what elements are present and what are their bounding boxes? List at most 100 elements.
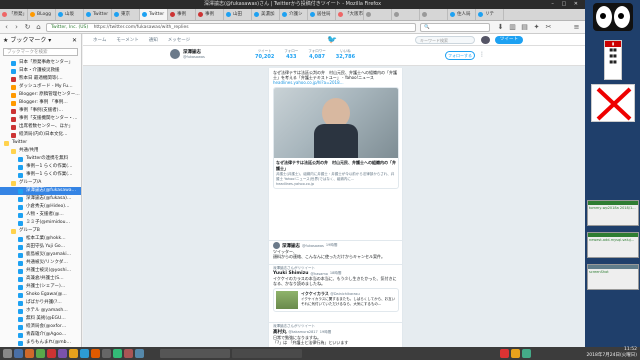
bookmark-item[interactable]: 小倉秀夫(@Hideo)… — [0, 203, 81, 211]
home-icon[interactable]: ⌂ — [34, 23, 43, 32]
bookmark-folder[interactable]: グループB — [0, 227, 81, 235]
task-icon[interactable] — [80, 349, 89, 358]
browser-tab[interactable]: Twitter — [84, 9, 112, 20]
tweet-link[interactable]: headlines.yahoo.co.jp/hl?a=2018… — [273, 80, 399, 85]
forward-button[interactable]: › — [12, 23, 21, 32]
sidebar-icon[interactable]: ▤ — [520, 23, 529, 32]
bookmark-folder[interactable]: Twitter — [0, 139, 81, 147]
bookmark-item[interactable]: 青森雄介(@Agoo… — [0, 331, 81, 339]
bookmark-folder[interactable]: 共通/共用 — [0, 147, 81, 155]
bookmark-item[interactable]: 深澤諭志(@fukasawa… — [0, 187, 81, 195]
bookmark-item[interactable]: ミミ子(@mimidou… — [0, 219, 81, 227]
bookmark-item[interactable]: Shoko Egawa(@… — [0, 291, 81, 299]
window-controls[interactable]: – □ ✕ — [551, 0, 581, 9]
tray-icon[interactable] — [522, 349, 531, 358]
bookmark-folder[interactable]: グループ/A — [0, 179, 81, 187]
quote-tweet[interactable]: イクケイカラス @Dainichikarasu イクケイカラスに関するまたも。し… — [273, 288, 399, 312]
bookmark-search-input[interactable]: ブックマークを検索 — [3, 48, 78, 56]
twitter-logo-icon[interactable]: 🐦 — [327, 35, 337, 44]
bookmark-item[interactable]: ホテル @yamash… — [0, 307, 81, 315]
browser-tab[interactable]: 居住局 — [308, 9, 336, 20]
task-icon[interactable] — [14, 349, 23, 358]
taskbar-window-button[interactable] — [160, 349, 230, 358]
bookmark-item[interactable]: 出席者数センター、ほか」 — [0, 123, 81, 131]
bookmark-item[interactable]: 日本「原発事故センター」 — [0, 59, 81, 67]
panel-window-item[interactable]: screenShot — [587, 264, 639, 290]
twitter-nav-item[interactable]: モーメント — [116, 37, 138, 43]
reload-button[interactable]: ↻ — [23, 23, 32, 32]
bookmark-item[interactable]: Twitterの連携を無料 — [0, 155, 81, 163]
firefox-icon[interactable] — [91, 349, 100, 358]
back-button[interactable]: ‹ — [2, 23, 11, 32]
avatar[interactable] — [273, 242, 280, 249]
bookmark-item[interactable]: 鹿島被災(@yamaki… — [0, 251, 81, 259]
close-icon[interactable]: ✕ — [72, 34, 77, 48]
bookmark-item[interactable]: 事例「事例(支援者)… — [0, 107, 81, 115]
profile-stat[interactable]: ツイート 70,202 — [255, 49, 274, 60]
profile-stat[interactable]: フォロー 433 — [284, 49, 298, 60]
task-icon[interactable] — [102, 349, 111, 358]
tray-icon[interactable] — [511, 349, 520, 358]
window-titlebar[interactable]: 深澤諭志(@fukasawas)さん | Twitterから投稿付きツイート -… — [0, 0, 585, 9]
browser-tab[interactable]: 介護シ — [280, 9, 308, 20]
browser-tab[interactable]: 「原発」 — [0, 9, 28, 20]
task-icon[interactable] — [36, 349, 45, 358]
task-icon[interactable] — [69, 349, 78, 358]
bookmark-item[interactable]: 事例ー1 らくの作業(… — [0, 171, 81, 179]
browser-tab[interactable]: 美濃加 — [252, 9, 280, 20]
profile-stat[interactable]: いいね 32,786 — [336, 49, 355, 60]
task-icon[interactable] — [113, 349, 122, 358]
browser-tab[interactable]: 「大阪市 — [336, 9, 364, 20]
twitter-nav-item[interactable]: メッセージ — [168, 37, 190, 43]
bookmark-item[interactable]: Blogger: 事例 「事例… — [0, 99, 81, 107]
bookmark-item[interactable]: 共通被災/リンクダ… — [0, 259, 81, 267]
bookmark-item[interactable]: 深澤諭志(@fukasa)… — [0, 195, 81, 203]
bookmark-item[interactable]: 経済局(内の)日本文化… — [0, 131, 81, 139]
browser-tab[interactable]: 山坂 — [56, 9, 84, 20]
task-icon[interactable] — [58, 349, 67, 358]
browser-tab[interactable]: リテ — [476, 9, 504, 20]
bookmark-item[interactable]: 事例「支援機関センター・… — [0, 115, 81, 123]
bookmark-item[interactable]: 松本工業(@hokk… — [0, 235, 81, 243]
browser-tab[interactable]: 事例 — [196, 9, 224, 20]
tweet-item[interactable]: 深澤諭志 @fukasawas 19時間 ツイッター、 顔料からの連絡、こんなん… — [273, 242, 399, 259]
browser-tab[interactable]: 東京 — [112, 9, 140, 20]
task-icon[interactable] — [25, 349, 34, 358]
tweet-item[interactable]: なぜ法律テサは法廷公判の弁 村山元民、弁護士への組織内の「弁護士」を考える「弁護… — [273, 70, 399, 189]
bookmark-item[interactable]: 無料 美術(@EGU… — [0, 315, 81, 323]
browser-tab[interactable] — [420, 9, 448, 20]
library-icon[interactable]: ▥ — [508, 23, 517, 32]
bookmark-item[interactable]: 熊本日 最適機関等(… — [0, 75, 81, 83]
bookmark-item[interactable]: 事例ー1 らくの作業(… — [0, 163, 81, 171]
panel-window-item[interactable]: tommy-wp2018a 2018/1… — [587, 200, 639, 226]
tweet-item[interactable]: 深澤諭志さんがリツイート Yuuki Shimizu @hasamo 18時間 … — [273, 266, 399, 312]
addon-icon[interactable]: ✦ — [532, 23, 541, 32]
taskbar-window-button[interactable] — [232, 349, 302, 358]
task-icon[interactable] — [124, 349, 133, 358]
bookmark-item[interactable]: Blogger: 原稿管理センター… — [0, 91, 81, 99]
browser-tab[interactable] — [364, 9, 392, 20]
task-icon[interactable] — [47, 349, 56, 358]
twitter-nav-item[interactable]: 通知 — [149, 37, 158, 43]
browser-tab[interactable] — [392, 9, 420, 20]
clock[interactable]: 11:52 2018年7月24日(火曜日) — [535, 347, 640, 360]
browser-tab[interactable]: Twitter — [140, 9, 168, 20]
bookmark-item[interactable]: ダッシュボード - My Fu… — [0, 83, 81, 91]
browser-tab[interactable]: BLogg — [28, 9, 56, 20]
profile-stat[interactable]: フォロワー 4,087 — [308, 49, 326, 60]
browser-tab[interactable]: 事例 — [168, 9, 196, 20]
follow-button[interactable]: フォローする — [445, 51, 475, 60]
tweet-button[interactable]: ツイート — [495, 36, 523, 44]
more-options-icon[interactable]: ⋮ — [479, 51, 485, 58]
task-icon[interactable] — [135, 349, 144, 358]
tray-icon[interactable] — [500, 349, 509, 358]
bookmark-item[interactable]: 日本・介護被災救援 — [0, 67, 81, 75]
link-card[interactable]: なぜ法律テサは法廷公判の弁 村山元民、弁護士への組織内の「弁護士」 弁護士(弁護… — [273, 87, 399, 189]
menu-icon[interactable]: ≡ — [572, 23, 581, 32]
bookmark-item[interactable]: 高兼倉/弁護士(S… — [0, 275, 81, 283]
twitter-nav-item[interactable]: ホーム — [93, 37, 106, 43]
screenshot-icon[interactable]: ✂ — [544, 23, 553, 32]
browser-tab[interactable]: 山田 — [224, 9, 252, 20]
twitter-search-input[interactable]: キーワード検索 — [415, 36, 475, 44]
bookmark-item[interactable]: ぱばかり弁護(?… — [0, 299, 81, 307]
